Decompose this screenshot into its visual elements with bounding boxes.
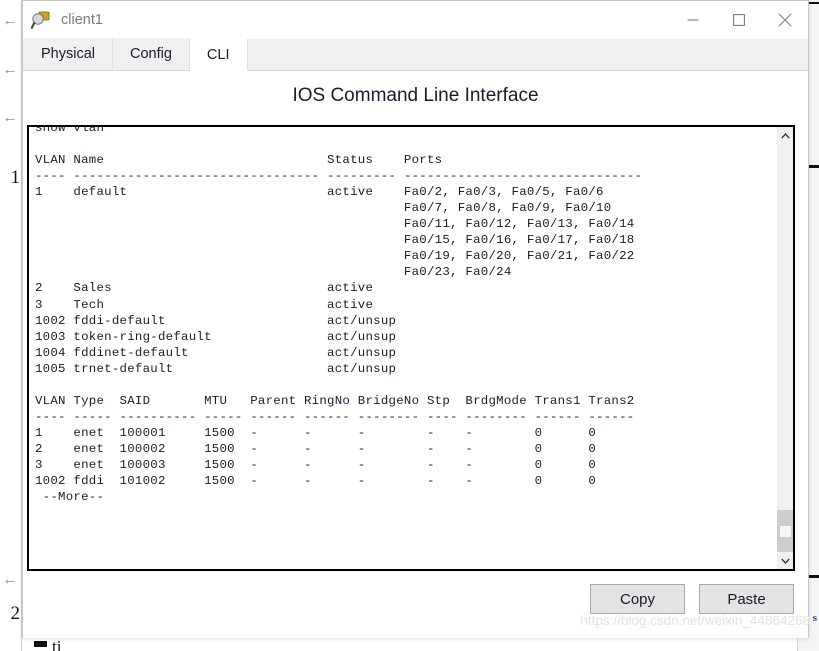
background-number: 1: [10, 167, 21, 188]
copy-button[interactable]: Copy: [590, 584, 685, 614]
cli-panel: IOS Command Line Interface show vlan VLA…: [23, 71, 810, 638]
magnifier-network-icon: [30, 10, 51, 30]
paste-button-label: Paste: [727, 590, 766, 608]
tabstrip: Physical Config CLI: [23, 38, 808, 71]
background-arrow-icon: ←: [2, 571, 18, 588]
tab-cli-label: CLI: [206, 46, 230, 63]
tab-config-label: Config: [130, 46, 172, 62]
background-arrow-icon: ←: [2, 109, 18, 126]
scrollbar-thumb[interactable]: [777, 510, 793, 552]
tab-config[interactable]: Config: [113, 38, 190, 70]
maximize-icon[interactable]: [716, 1, 762, 39]
background-bullet: [34, 641, 47, 647]
background-arrow-icon: ←: [2, 12, 18, 29]
tab-physical[interactable]: Physical: [24, 38, 113, 70]
tab-cli[interactable]: CLI: [189, 39, 248, 71]
copy-button-label: Copy: [619, 590, 656, 608]
chevron-down-icon[interactable]: [777, 552, 793, 569]
background-label: s: [812, 612, 817, 624]
client1-window: client1 Physical Config CLI IOS Command …: [22, 0, 810, 638]
minimize-icon[interactable]: [670, 1, 716, 39]
paste-button[interactable]: Paste: [699, 584, 794, 614]
background-left-margin: [0, 0, 22, 651]
watermark: https://blog.csdn.net/weixin_44864268: [580, 613, 810, 628]
terminal-container: show vlan VLAN Name Status Ports ---- --…: [27, 125, 795, 571]
terminal-scrollbar[interactable]: [776, 127, 793, 569]
screenshot-root: ← ← ← ← 1 2 s ti client1 Physical Config…: [0, 0, 819, 651]
background-arrow-icon: ←: [2, 61, 18, 78]
footer-buttons: Copy Paste: [590, 584, 794, 614]
window-titlebar[interactable]: client1: [23, 1, 808, 39]
terminal-output-area[interactable]: show vlan VLAN Name Status Ports ---- --…: [29, 127, 776, 569]
background-bullet-label: ti: [52, 637, 62, 651]
tab-physical-label: Physical: [41, 46, 95, 62]
background-number: 2: [10, 603, 21, 624]
close-icon[interactable]: [762, 1, 808, 39]
window-title: client1: [61, 12, 103, 28]
chevron-up-icon[interactable]: [777, 127, 793, 144]
page-title: IOS Command Line Interface: [292, 85, 539, 106]
scrollbar-track[interactable]: [777, 144, 793, 552]
terminal-output: show vlan VLAN Name Status Ports ---- --…: [35, 127, 643, 505]
window-controls: [670, 1, 808, 39]
